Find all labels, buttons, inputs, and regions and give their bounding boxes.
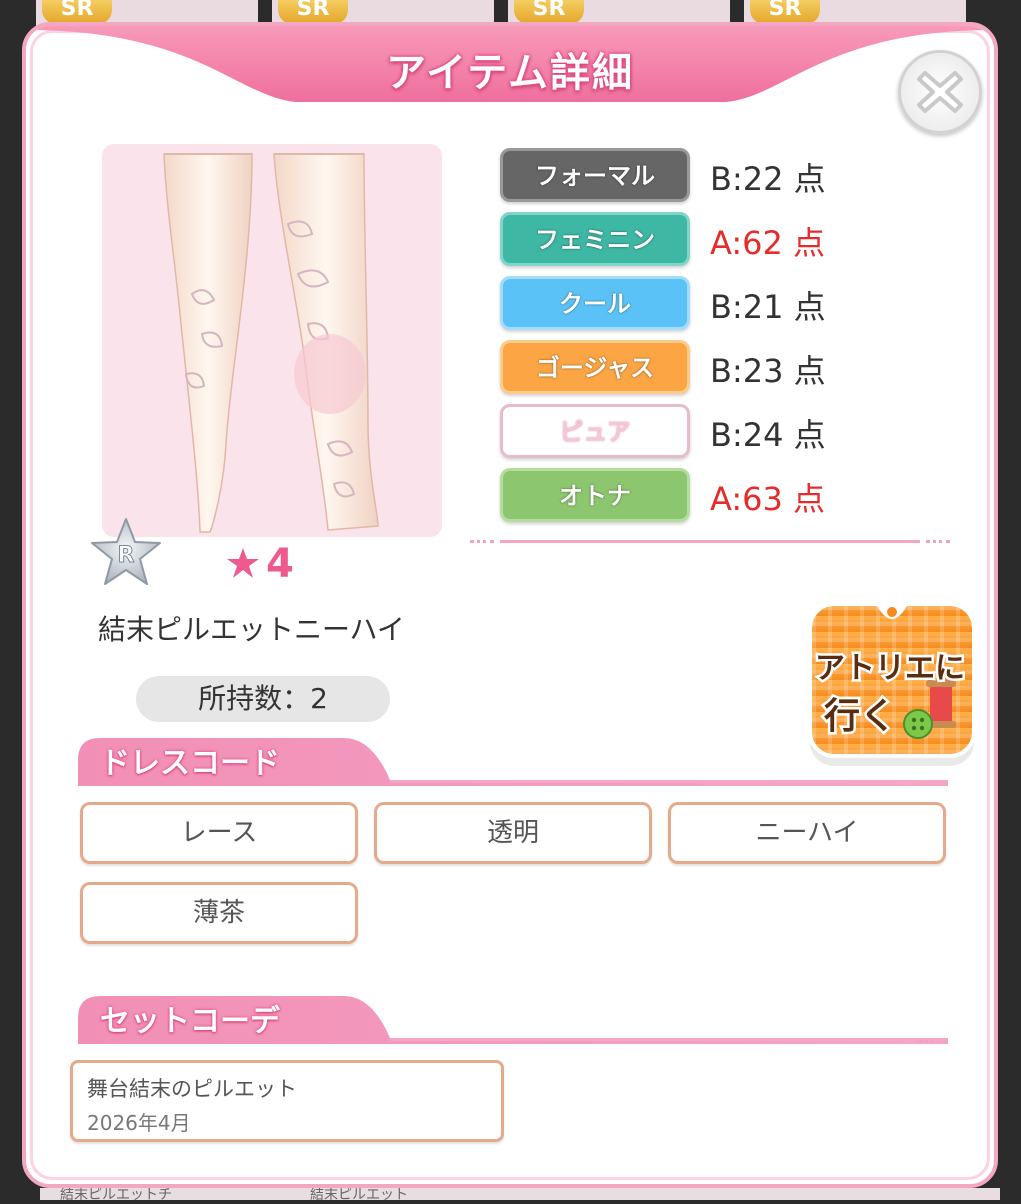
stat-row-pure: ピュア B:24 点 bbox=[500, 404, 960, 460]
pink-star-icon bbox=[227, 548, 259, 578]
stat-row-feminine: フェミニン A:62 点 bbox=[500, 212, 960, 268]
dress-code-tag[interactable]: 透明 bbox=[374, 802, 652, 864]
stat-label-otona: オトナ bbox=[500, 468, 690, 522]
star-count: 4 bbox=[266, 541, 294, 587]
set-coord-header: セットコーデ bbox=[78, 992, 968, 1044]
sr-badge: SR bbox=[42, 0, 112, 24]
stat-value-pure: B:24 点 bbox=[710, 410, 826, 456]
dress-code-header: ドレスコード bbox=[78, 734, 968, 786]
atelier-button-line1: アトリエに bbox=[815, 651, 965, 686]
stat-unit: 点 bbox=[793, 288, 826, 326]
dress-code-tag[interactable]: ニーハイ bbox=[668, 802, 946, 864]
stat-value-cool: B:21 点 bbox=[710, 282, 826, 328]
divider-dots bbox=[926, 540, 950, 543]
set-coord-card[interactable]: 舞台結末のピルエット 2026年4月 bbox=[70, 1060, 504, 1142]
sr-badge: SR bbox=[278, 0, 348, 24]
stat-score: B:24 bbox=[710, 416, 784, 454]
stat-row-cool: クール B:21 点 bbox=[500, 276, 960, 332]
modal-title: アイテム詳細 bbox=[386, 50, 634, 96]
stat-label-formal: フォーマル bbox=[500, 148, 690, 202]
divider-dots bbox=[918, 782, 948, 785]
stat-value-otona: A:63 点 bbox=[710, 474, 825, 520]
stat-row-gorgeous: ゴージャス B:23 点 bbox=[500, 340, 960, 396]
owned-count-label: 所持数： bbox=[198, 682, 311, 715]
set-coord-name: 舞台結末のピルエット bbox=[87, 1077, 297, 1101]
stat-row-formal: フォーマル B:22 点 bbox=[500, 148, 960, 204]
owned-count-value: 2 bbox=[310, 682, 328, 715]
stat-value-feminine: A:62 点 bbox=[710, 218, 825, 264]
set-coord-title: セットコーデ bbox=[100, 1004, 280, 1039]
rarity-star-icon: R bbox=[88, 516, 164, 590]
set-coord-date: 2026年4月 bbox=[87, 1111, 191, 1135]
star-level: 4 bbox=[226, 541, 326, 587]
stat-value-gorgeous: B:23 点 bbox=[710, 346, 826, 392]
stat-label-gorgeous: ゴージャス bbox=[500, 340, 690, 394]
dress-code-title: ドレスコード bbox=[100, 746, 280, 781]
stat-label-feminine: フェミニン bbox=[500, 212, 690, 266]
divider-dots bbox=[918, 1040, 948, 1043]
background-bottom-strip: 結末ピルエットチ 結末ピルエット bbox=[40, 1187, 1000, 1203]
stat-score: A:63 bbox=[710, 480, 783, 518]
stat-value-formal: B:22 点 bbox=[710, 154, 826, 200]
rarity-letter: R bbox=[118, 543, 135, 568]
stat-label-cool: クール bbox=[500, 276, 690, 330]
dress-code-tag[interactable]: 薄茶 bbox=[80, 882, 358, 944]
stat-row-otona: オトナ A:63 点 bbox=[500, 468, 960, 524]
stat-unit: 点 bbox=[793, 160, 826, 198]
sr-badge: SR bbox=[750, 0, 820, 24]
atelier-button-line2: 行く bbox=[824, 696, 896, 737]
item-name: 結末ピルエットニーハイ bbox=[98, 613, 405, 646]
stat-unit: 点 bbox=[793, 224, 826, 262]
divider-dots bbox=[470, 540, 494, 543]
close-button[interactable] bbox=[898, 50, 982, 134]
sr-badge: SR bbox=[514, 0, 584, 24]
stat-score: B:22 bbox=[710, 160, 784, 198]
owned-count: 所持数：2 bbox=[136, 676, 390, 722]
stat-unit: 点 bbox=[793, 480, 826, 518]
stat-score: A:62 bbox=[710, 224, 783, 262]
item-detail-modal: アイテム詳細 R 4 結末ピルエットニーハイ 所持数：2 フォーマル B:22 … bbox=[22, 22, 998, 1188]
dress-code-tag[interactable]: レース bbox=[80, 802, 358, 864]
knee-high-stockings-image bbox=[163, 153, 379, 533]
stat-label-pure: ピュア bbox=[500, 404, 690, 458]
item-image bbox=[102, 144, 442, 537]
stat-score: B:21 bbox=[710, 288, 784, 326]
stat-unit: 点 bbox=[793, 416, 826, 454]
close-x-icon bbox=[917, 71, 963, 113]
stat-unit: 点 bbox=[793, 352, 826, 390]
stats-divider bbox=[500, 540, 920, 543]
stat-score: B:23 bbox=[710, 352, 784, 390]
